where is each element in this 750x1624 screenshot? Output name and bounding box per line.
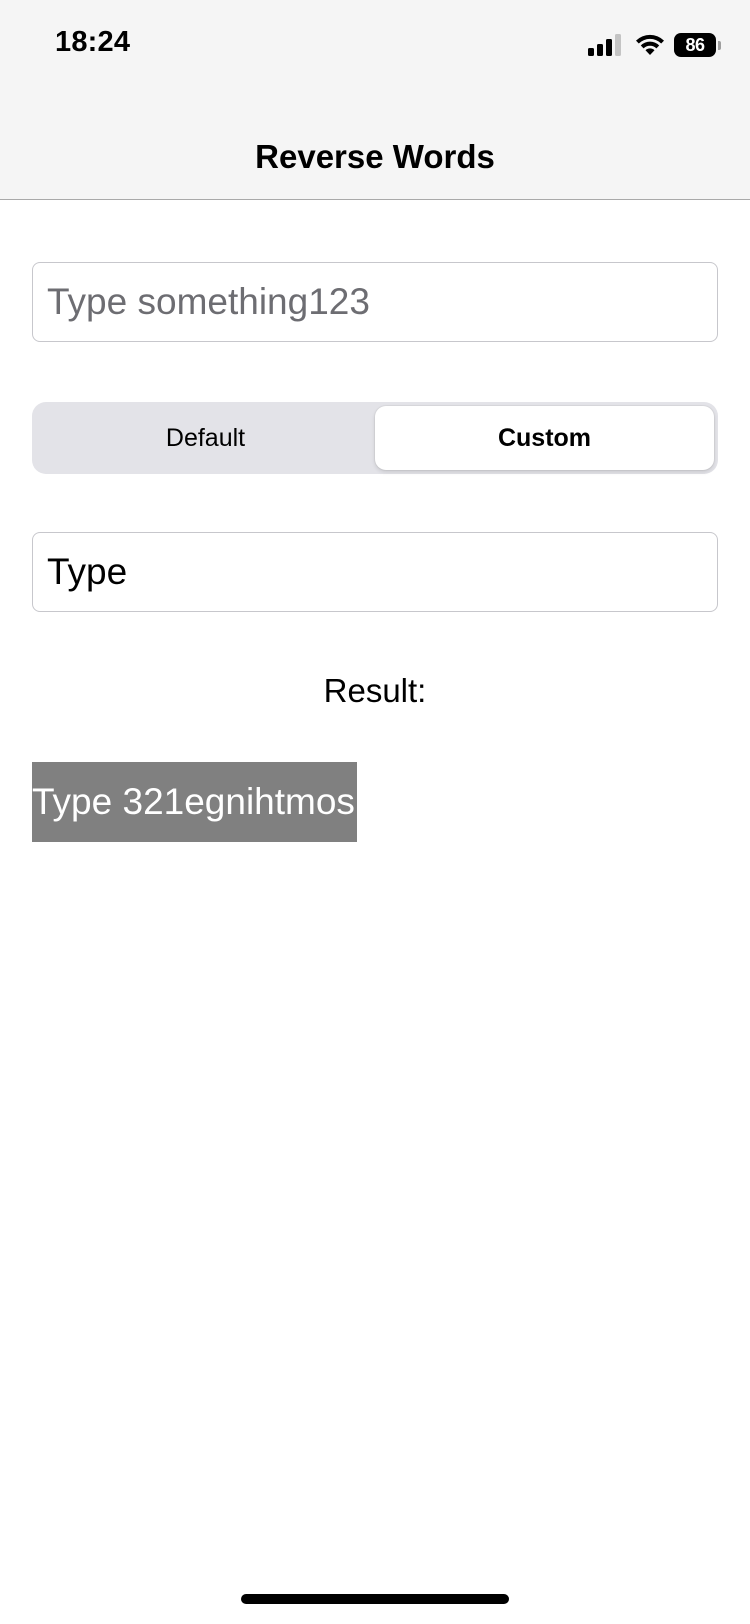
home-indicator bbox=[241, 1594, 509, 1604]
status-icons: 86 bbox=[588, 30, 722, 60]
navigation-bar: 18:24 86 Reverse Words bbox=[0, 0, 750, 200]
battery-tip bbox=[718, 40, 721, 50]
battery-level: 86 bbox=[674, 33, 716, 57]
segment-custom[interactable]: Custom bbox=[375, 406, 714, 470]
page-title: Reverse Words bbox=[255, 138, 495, 175]
mode-segmented-control: Default Custom bbox=[32, 402, 718, 474]
result-label: Result: bbox=[323, 672, 427, 709]
signal-icon bbox=[588, 34, 621, 56]
status-time: 18:24 bbox=[55, 26, 131, 58]
text-input[interactable] bbox=[32, 262, 718, 342]
custom-separator-input[interactable] bbox=[32, 532, 718, 612]
wifi-icon bbox=[636, 34, 664, 55]
result-value: Type 321egnihtmos bbox=[32, 762, 357, 842]
segment-default[interactable]: Default bbox=[36, 406, 375, 470]
battery-icon: 86 bbox=[674, 33, 722, 57]
